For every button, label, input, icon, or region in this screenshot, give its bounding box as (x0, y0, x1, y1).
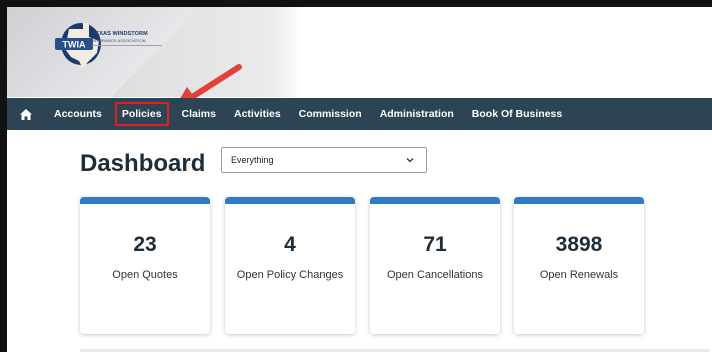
twia-logo[interactable]: TWIA TEXAS WINDSTORM INSURANCE ASSOCIATI… (55, 19, 185, 71)
card-value: 4 (284, 233, 296, 256)
logo-name-line1: TEXAS WINDSTORM (92, 31, 148, 37)
chevron-down-icon (406, 158, 414, 163)
card-open-policy-changes[interactable]: 4 Open Policy Changes (225, 197, 355, 334)
card-accent-bar (80, 197, 210, 204)
logo-mark: TWIA (63, 40, 86, 50)
card-accent-bar (514, 197, 644, 204)
nav-book-of-business[interactable]: Book Of Business (463, 98, 571, 130)
card-label: Open Quotes (112, 269, 178, 281)
nav-commission[interactable]: Commission (290, 98, 371, 130)
dashboard-filter-select[interactable]: Everything (221, 147, 427, 173)
page-title: Dashboard (80, 150, 206, 177)
nav-activities[interactable]: Activities (225, 98, 290, 130)
card-value: 71 (423, 233, 447, 256)
filter-selected-value: Everything (231, 155, 274, 165)
card-label: Open Cancellations (386, 269, 483, 281)
nav-home[interactable] (7, 98, 45, 130)
header: TWIA TEXAS WINDSTORM INSURANCE ASSOCIATI… (7, 7, 712, 107)
main-navbar: Accounts Policies Claims Activities Comm… (7, 98, 712, 130)
logo-divider (92, 45, 162, 46)
logo-name: TEXAS WINDSTORM INSURANCE ASSOCIATION (92, 31, 148, 44)
app-window: TWIA TEXAS WINDSTORM INSURANCE ASSOCIATI… (0, 0, 712, 352)
home-icon (20, 108, 32, 120)
nav-accounts[interactable]: Accounts (45, 98, 111, 130)
nav-policies[interactable]: Policies (111, 98, 173, 130)
logo-name-line2: INSURANCE ASSOCIATION (92, 37, 146, 43)
card-accent-bar (370, 197, 500, 204)
nav-administration[interactable]: Administration (371, 98, 463, 130)
card-open-cancellations[interactable]: 71 Open Cancellations (370, 197, 500, 334)
card-value: 23 (133, 233, 157, 256)
card-open-quotes[interactable]: 23 Open Quotes (80, 197, 210, 334)
nav-claims[interactable]: Claims (173, 98, 225, 130)
card-label: Open Policy Changes (236, 269, 344, 281)
card-label: Open Renewals (539, 269, 619, 281)
card-accent-bar (225, 197, 355, 204)
card-value: 3898 (555, 233, 603, 256)
card-open-renewals[interactable]: 3898 Open Renewals (514, 197, 644, 334)
